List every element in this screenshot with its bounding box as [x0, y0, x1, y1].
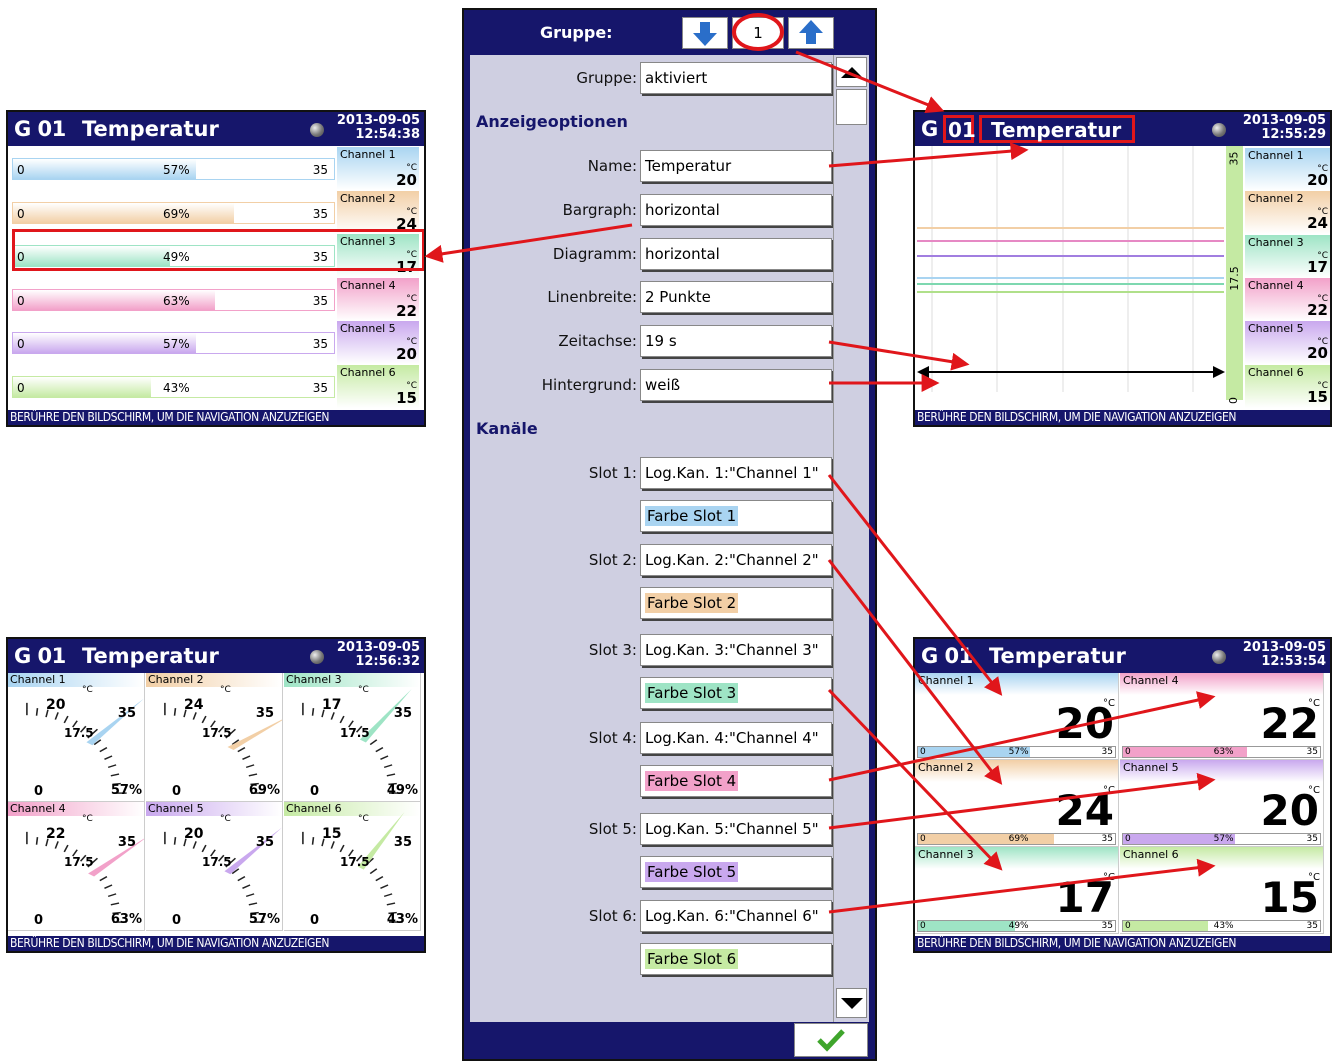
- arrow-name: [828, 142, 1029, 168]
- arrow-slot3: [827, 688, 1003, 871]
- arrow-group-number: [795, 50, 945, 114]
- arrow-slot1: [827, 474, 1003, 696]
- arrow-slot4: [828, 691, 1216, 782]
- arrow-slot5: [828, 772, 1216, 830]
- arrow-timeaxis: [828, 340, 970, 371]
- arrow-bargraph: [424, 223, 633, 263]
- arrow-slot6: [828, 858, 1216, 914]
- annotation-arrows: [424, 50, 1216, 914]
